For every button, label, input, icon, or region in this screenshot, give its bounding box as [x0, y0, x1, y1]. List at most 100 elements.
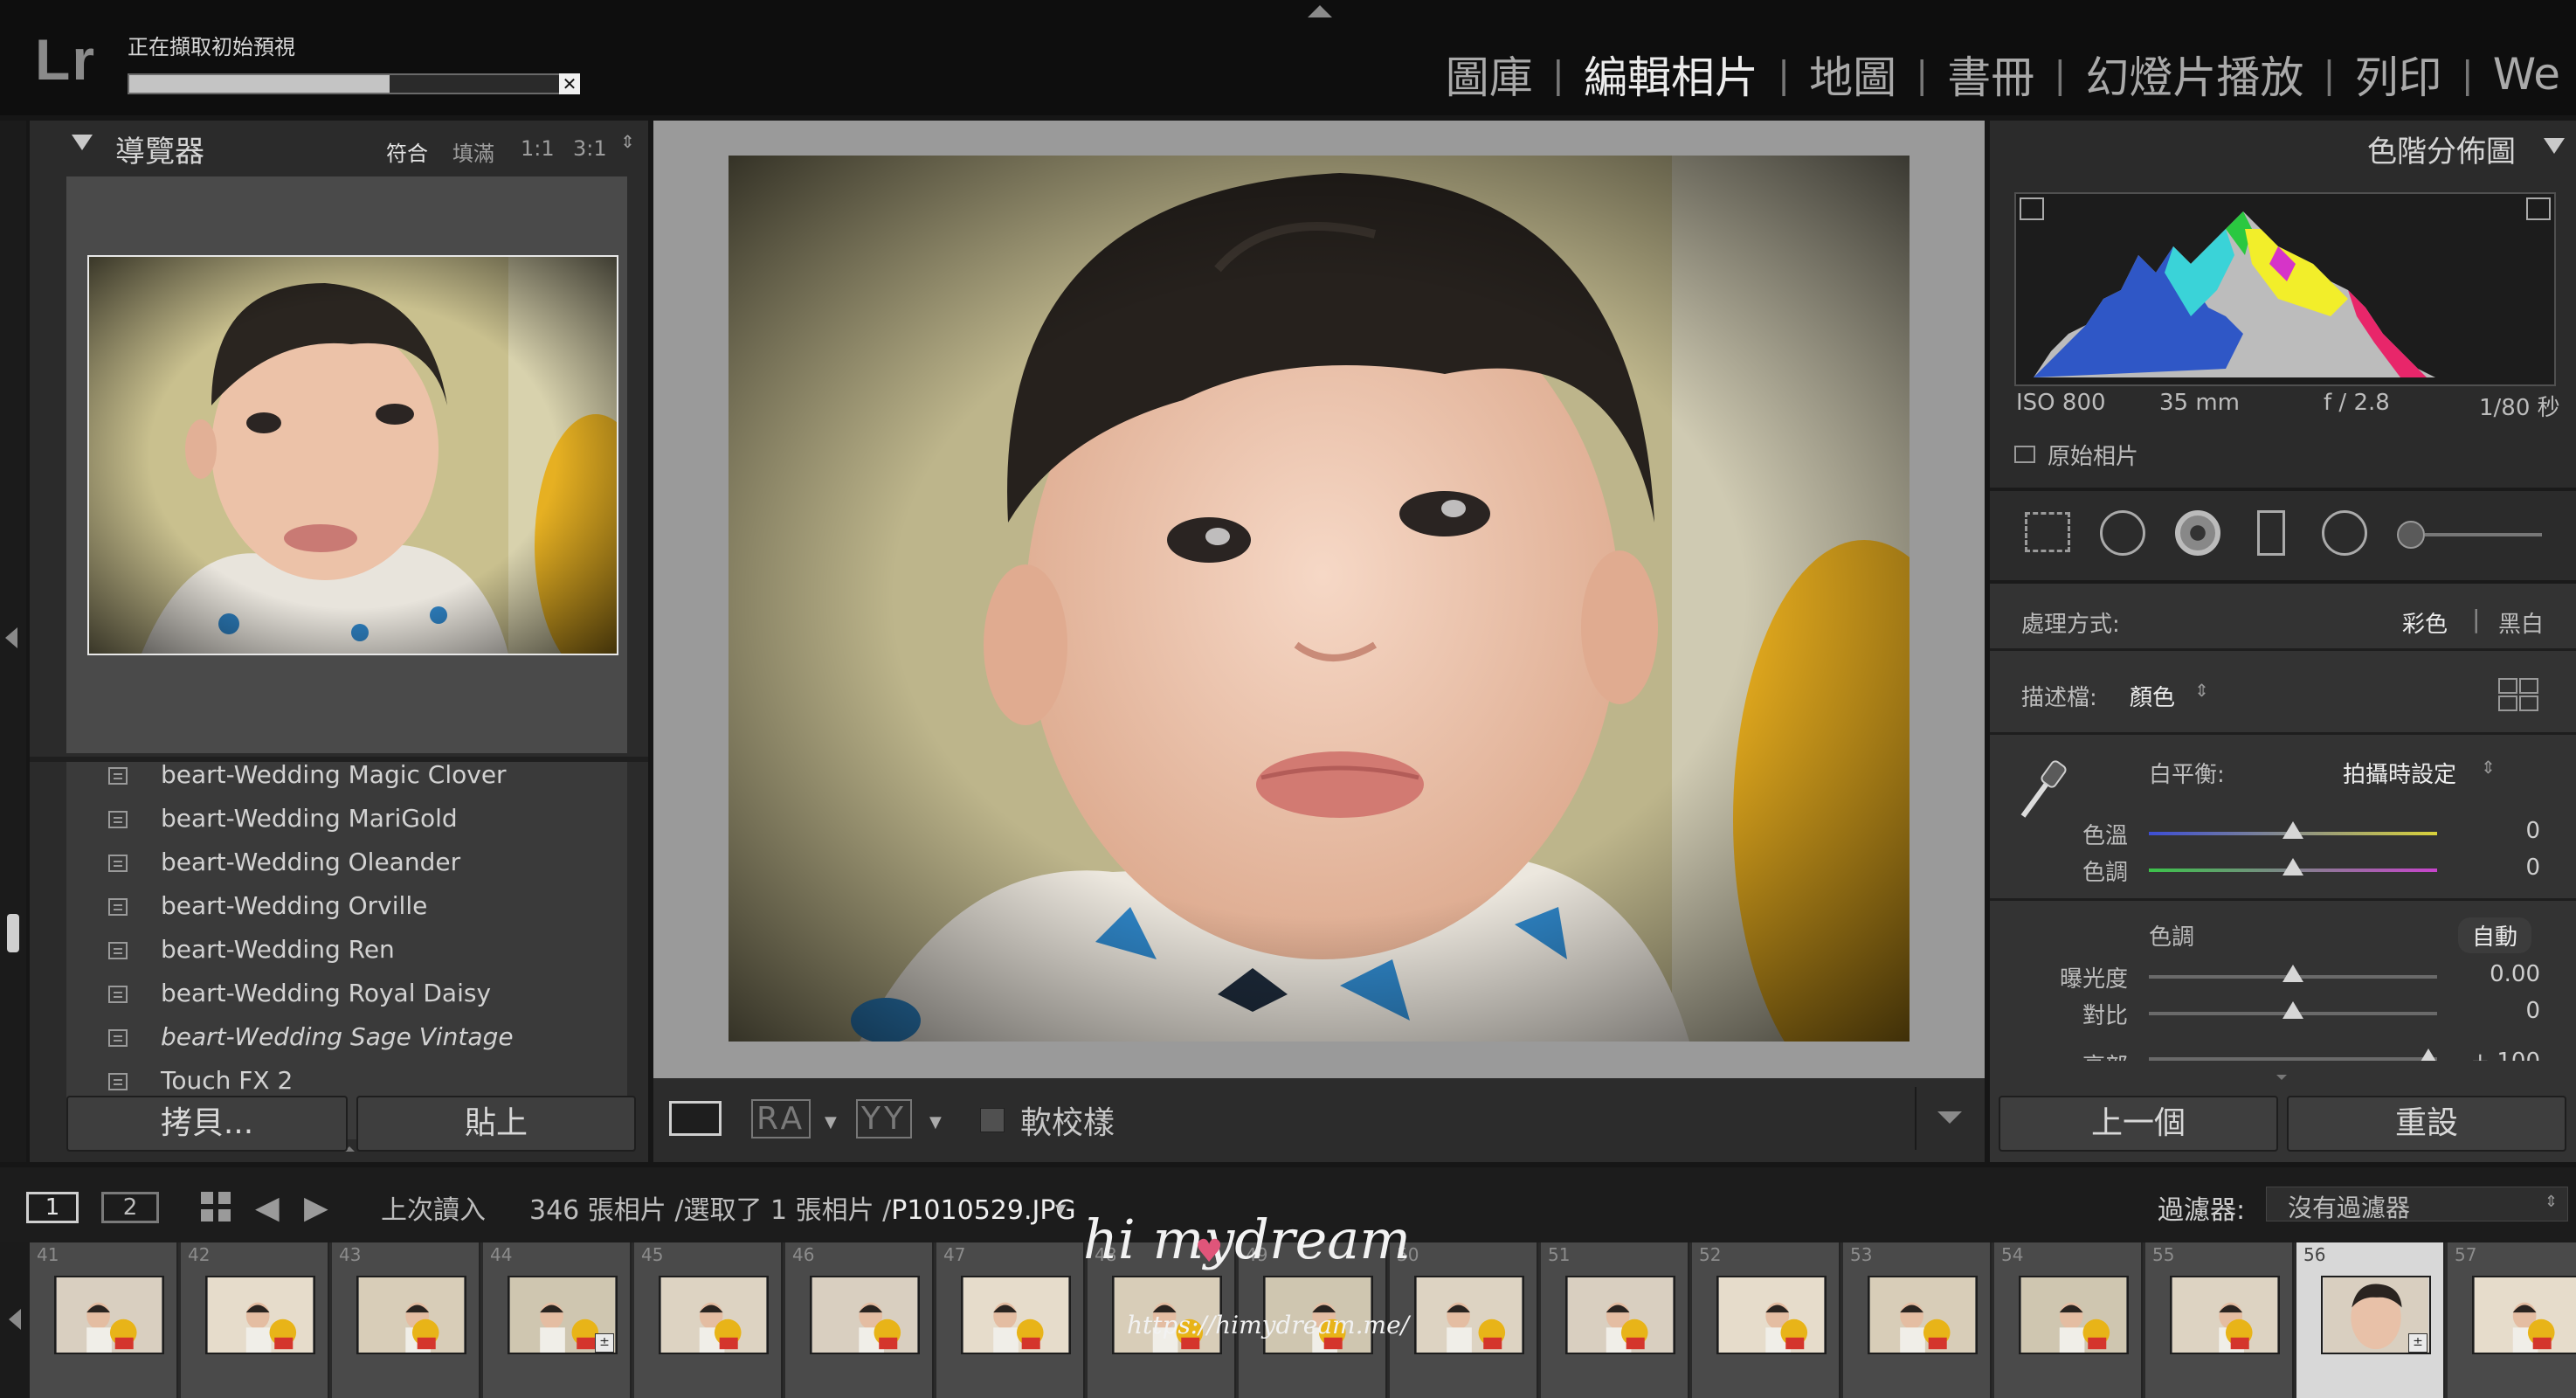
- progress-label: 正在擷取初始預視: [128, 35, 295, 59]
- brush-slider-track[interactable]: [2425, 533, 2542, 536]
- tint-slider-thumb[interactable]: [2282, 858, 2303, 875]
- preset-item[interactable]: beart-Wedding Sage Vintage: [66, 1019, 627, 1061]
- reset-button[interactable]: 重設: [2287, 1096, 2566, 1152]
- profile-stepper-icon[interactable]: ⇕: [2194, 680, 2209, 701]
- original-photo-checkbox[interactable]: [2014, 446, 2035, 463]
- shadow-clipping-icon[interactable]: [2020, 197, 2044, 220]
- preset-item[interactable]: beart-Wedding Oleander: [66, 844, 627, 886]
- module-0[interactable]: 圖庫: [1430, 43, 1549, 106]
- crop-tool-icon[interactable]: [2025, 512, 2070, 552]
- source-label[interactable]: 上次讀入: [381, 1188, 486, 1227]
- exposure-value[interactable]: 0.00: [2462, 961, 2540, 987]
- previous-button[interactable]: 上一個: [1999, 1096, 2278, 1152]
- collapse-triangle-icon[interactable]: [72, 135, 93, 150]
- treatment-bw-option[interactable]: 黑白: [2498, 606, 2544, 639]
- progress-close-icon[interactable]: ✕: [559, 73, 580, 94]
- grid-view-icon[interactable]: [201, 1192, 232, 1223]
- preset-item[interactable]: beart-Wedding MariGold: [66, 800, 627, 842]
- soft-proof-checkbox[interactable]: [980, 1108, 1005, 1132]
- contrast-slider-thumb[interactable]: [2282, 1001, 2303, 1019]
- highlights-slider-thumb[interactable]: [2418, 1048, 2439, 1061]
- graduated-filter-icon[interactable]: [2257, 510, 2285, 556]
- temp-slider-thumb[interactable]: [2282, 821, 2303, 839]
- filmstrip-cell[interactable]: 52: [1692, 1242, 1840, 1398]
- module-5[interactable]: 列印: [2339, 43, 2458, 106]
- filmstrip-cell[interactable]: 57: [2448, 1242, 2576, 1398]
- main-photo[interactable]: [729, 156, 1910, 1042]
- left-panel-toggle-icon[interactable]: [5, 627, 17, 648]
- navigator-fit[interactable]: 符合: [386, 136, 428, 167]
- filter-stepper-icon[interactable]: ⇕: [2545, 1193, 2558, 1211]
- filename-dropdown-icon[interactable]: ▼: [1055, 1201, 1066, 1217]
- resize-handle-icon[interactable]: [2276, 1075, 2287, 1080]
- filmstrip-thumbnail: [659, 1276, 769, 1354]
- highlights-slider-track[interactable]: [2149, 1057, 2437, 1061]
- module-3[interactable]: 書冊: [1931, 43, 2050, 106]
- filmstrip-cell[interactable]: 47: [936, 1242, 1085, 1398]
- preset-item[interactable]: beart-Wedding Royal Daisy: [66, 975, 627, 1017]
- filmstrip-cell[interactable]: 50: [1390, 1242, 1538, 1398]
- wb-stepper-icon[interactable]: ⇕: [2481, 757, 2496, 778]
- profile-select[interactable]: 顏色: [2130, 680, 2175, 712]
- module-2[interactable]: 地圖: [1793, 43, 1912, 106]
- radial-filter-icon[interactable]: [2322, 510, 2367, 556]
- module-1[interactable]: 編輯相片: [1568, 43, 1774, 106]
- red-eye-icon[interactable]: [2175, 510, 2220, 556]
- brush-icon[interactable]: [2397, 521, 2425, 549]
- loupe-view-icon[interactable]: [669, 1101, 722, 1136]
- second-window-button[interactable]: 2: [101, 1192, 159, 1223]
- auto-tone-button[interactable]: 自動: [2458, 917, 2532, 953]
- toolbar-menu-icon[interactable]: [1937, 1111, 1962, 1124]
- preset-item[interactable]: beart-Wedding Ren: [66, 931, 627, 973]
- main-window-button[interactable]: 1: [26, 1192, 79, 1223]
- forward-arrow-icon[interactable]: ▶: [304, 1190, 328, 1226]
- filmstrip-cell[interactable]: 54: [1994, 1242, 2143, 1398]
- wb-select[interactable]: 拍攝時設定: [2343, 757, 2456, 789]
- filmstrip-cell[interactable]: 55: [2145, 1242, 2294, 1398]
- module-6[interactable]: We: [2477, 49, 2576, 100]
- left-edge[interactable]: [0, 121, 26, 1162]
- exposure-slider-thumb[interactable]: [2282, 965, 2303, 982]
- before-after-ra-icon[interactable]: RA: [751, 1099, 811, 1138]
- filmstrip-cell[interactable]: 53: [1843, 1242, 1992, 1398]
- back-arrow-icon[interactable]: ◀: [255, 1190, 280, 1226]
- treatment-color-option[interactable]: 彩色: [2402, 606, 2448, 639]
- ratio-stepper-icon[interactable]: ⇕: [620, 131, 635, 152]
- histogram[interactable]: [2014, 192, 2556, 386]
- ra-dropdown-icon[interactable]: ▼: [825, 1113, 837, 1132]
- filmstrip-cell[interactable]: 51: [1541, 1242, 1689, 1398]
- filmstrip-cell[interactable]: 43: [332, 1242, 480, 1398]
- copy-button[interactable]: 拷貝...: [66, 1096, 348, 1152]
- contrast-value[interactable]: 0: [2479, 998, 2540, 1024]
- eyedropper-icon[interactable]: [2016, 755, 2068, 825]
- preset-item[interactable]: beart-Wedding Orville: [66, 888, 627, 930]
- before-after-yy-icon[interactable]: YY: [856, 1099, 912, 1138]
- left-scroll-handle[interactable]: [7, 914, 19, 952]
- filmstrip-cell[interactable]: 44 ±: [483, 1242, 632, 1398]
- spot-removal-icon[interactable]: [2100, 510, 2145, 556]
- highlights-value[interactable]: + 100: [2453, 1048, 2540, 1061]
- temp-value[interactable]: 0: [2479, 818, 2540, 844]
- preset-item[interactable]: beart-Wedding Magic Clover: [66, 757, 627, 799]
- filmstrip-cell[interactable]: 56 ±: [2296, 1242, 2445, 1398]
- filmstrip-cell[interactable]: 46: [785, 1242, 934, 1398]
- navigator-fill[interactable]: 填滿: [452, 136, 494, 167]
- filmstrip-left-edge[interactable]: [0, 1242, 30, 1398]
- profile-browser-grid-icon[interactable]: [2498, 678, 2538, 711]
- paste-button[interactable]: 貼上: [356, 1096, 636, 1152]
- navigator-ratio[interactable]: 3:1: [573, 136, 607, 161]
- highlight-clipping-icon[interactable]: [2526, 197, 2551, 220]
- filmstrip-left-icon[interactable]: [9, 1309, 21, 1330]
- module-4[interactable]: 幻燈片播放: [2069, 43, 2319, 106]
- yy-dropdown-icon[interactable]: ▼: [929, 1113, 942, 1132]
- tint-value[interactable]: 0: [2479, 855, 2540, 881]
- filmstrip-cell[interactable]: 42: [181, 1242, 329, 1398]
- toolbar-divider: [1915, 1087, 1916, 1150]
- top-panel-toggle-icon[interactable]: [1308, 5, 1332, 17]
- navigator-preview[interactable]: [87, 255, 618, 655]
- navigator-1to1[interactable]: 1:1: [521, 136, 555, 161]
- filmstrip-cell[interactable]: 41: [30, 1242, 178, 1398]
- collapse-triangle-icon[interactable]: [2544, 138, 2565, 154]
- filter-select[interactable]: 沒有過濾器 ⇕: [2266, 1187, 2568, 1222]
- filmstrip-cell[interactable]: 45: [634, 1242, 783, 1398]
